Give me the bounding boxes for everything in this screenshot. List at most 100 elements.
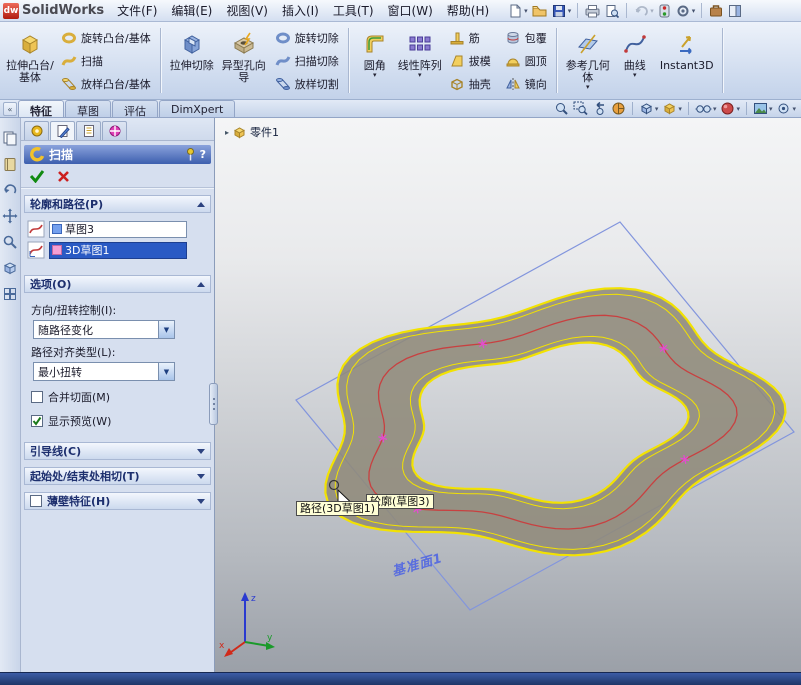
rebuild-icon[interactable] <box>656 1 673 21</box>
mirror-label: 镜向 <box>524 77 547 91</box>
start-end-tangency-header[interactable]: 起始处/结束处相切(T) <box>24 467 211 485</box>
loft-cut-button[interactable]: 放样切割 <box>270 73 344 95</box>
revolve-boss-button[interactable]: 旋转凸台/基体 <box>56 27 156 49</box>
document-stack-icon[interactable] <box>2 130 18 146</box>
toolbox-icon[interactable] <box>707 1 725 21</box>
zoom-icon[interactable] <box>2 234 18 250</box>
sweep-icon <box>61 53 77 69</box>
sweep-button[interactable]: 扫描 <box>56 50 156 72</box>
thin-feature-checkbox[interactable] <box>30 495 42 507</box>
menu-tools[interactable]: 工具(T) <box>326 0 381 22</box>
loft-boss-button[interactable]: 放样凸台/基体 <box>56 73 156 95</box>
zoom-area-icon[interactable] <box>572 101 589 116</box>
configurationmanager-tab[interactable] <box>76 121 101 140</box>
undo-icon[interactable]: ▾ <box>632 1 655 21</box>
dropdown-arrow-icon[interactable]: ▼ <box>158 321 174 338</box>
standard-views-icon[interactable] <box>2 260 18 276</box>
reference-geometry-button[interactable]: 参考几何体 ▾ <box>562 25 614 97</box>
menu-view[interactable]: 视图(V) <box>219 0 275 22</box>
pin-commandmanager-button[interactable]: « <box>3 102 17 116</box>
print-preview-icon[interactable] <box>603 1 621 21</box>
curves-dropdown-arrow[interactable]: ▾ <box>633 71 637 78</box>
mirror-button[interactable]: 镜向 <box>500 73 552 95</box>
rotate-view-icon[interactable] <box>2 182 18 198</box>
show-preview-checkbox[interactable] <box>31 415 43 427</box>
sweep-label: 扫描 <box>81 54 103 68</box>
options-header[interactable]: 选项(O) <box>24 275 211 293</box>
rib-button[interactable]: 筋 <box>444 27 496 49</box>
revolve-cut-button[interactable]: 旋转切除 <box>270 27 344 49</box>
options-gear-icon[interactable]: ▾ <box>674 1 697 21</box>
hole-wizard-button[interactable]: 异型孔向导 <box>218 25 270 97</box>
menu-file[interactable]: 文件(F) <box>110 0 164 22</box>
task-pane-icon[interactable] <box>726 1 744 21</box>
display-style-icon[interactable]: ▾ <box>661 101 683 116</box>
tab-dimxpert[interactable]: DimXpert <box>159 100 236 117</box>
pan-icon[interactable] <box>2 208 18 224</box>
wrap-button[interactable]: 包覆 <box>500 27 552 49</box>
menu-help[interactable]: 帮助(H) <box>440 0 496 22</box>
fillet-dropdown-arrow[interactable]: ▾ <box>373 71 377 78</box>
sweep-cut-button[interactable]: 扫描切除 <box>270 50 344 72</box>
menu-insert[interactable]: 插入(I) <box>275 0 326 22</box>
extrude-boss-button[interactable]: 拉伸凸台/基体 <box>4 25 56 97</box>
flyout-tree-part[interactable]: ▸ 零件1 <box>225 124 279 140</box>
linear-pattern-button[interactable]: 线性阵列 ▾ <box>396 25 444 97</box>
panel-splitter[interactable] <box>209 383 218 425</box>
extrude-cut-button[interactable]: 拉伸切除 <box>166 25 218 97</box>
save-icon[interactable]: ▾ <box>550 1 573 21</box>
new-document-icon[interactable]: ▾ <box>506 1 529 21</box>
draft-button[interactable]: 拔模 <box>444 50 496 72</box>
instant3d-button[interactable]: Instant3D <box>656 25 718 97</box>
dimxpertmanager-tab[interactable] <box>102 121 127 140</box>
apply-scene-icon[interactable]: ▾ <box>752 101 774 116</box>
graphics-viewport[interactable]: ▸ 零件1 轮廓(草图3) 路径(3D草图1) 基准面1 z x y <box>215 118 801 672</box>
fillet-button[interactable]: 圆角 ▾ <box>354 25 396 97</box>
path-alignment-dropdown[interactable]: 最小扭转 ▼ <box>33 362 175 381</box>
propertymanager-tab[interactable] <box>50 121 75 140</box>
help-icon[interactable]: ? <box>200 148 206 161</box>
revolve-cut-icon <box>275 30 291 46</box>
view-orientation-icon[interactable]: ▾ <box>638 101 660 116</box>
profile-selection-box[interactable]: 草图3 <box>49 220 187 238</box>
hide-show-items-icon[interactable]: ▾ <box>694 101 718 116</box>
curves-icon <box>622 30 648 58</box>
graphics-area[interactable] <box>215 118 801 672</box>
cancel-button[interactable] <box>57 170 70 183</box>
sweep-preview-body[interactable] <box>325 288 786 556</box>
view-settings-icon[interactable]: ▾ <box>775 101 797 116</box>
start-end-tangency-title: 起始处/结束处相切(T) <box>30 470 140 483</box>
dropdown-arrow-icon[interactable]: ▼ <box>158 363 174 380</box>
menu-edit[interactable]: 编辑(E) <box>164 0 219 22</box>
design-binder-icon[interactable] <box>2 156 18 172</box>
reference-geometry-dropdown-arrow[interactable]: ▾ <box>586 83 590 90</box>
featuremanager-tab[interactable] <box>24 121 49 140</box>
guide-curves-header[interactable]: 引导线(C) <box>24 442 211 460</box>
tab-sketch[interactable]: 草图 <box>65 100 111 118</box>
draft-icon <box>449 53 465 69</box>
menu-window[interactable]: 窗口(W) <box>381 0 440 22</box>
dome-button[interactable]: 圆顶 <box>500 50 552 72</box>
merge-tangent-checkbox[interactable] <box>31 391 43 403</box>
tab-features[interactable]: 特征 <box>18 100 64 118</box>
path-selection-box[interactable]: 3D草图1 <box>49 241 187 259</box>
ok-button[interactable] <box>29 169 45 183</box>
linear-pattern-dropdown-arrow[interactable]: ▾ <box>418 71 422 78</box>
expand-arrow-icon[interactable]: ▸ <box>225 128 229 137</box>
tab-evaluate[interactable]: 评估 <box>112 100 158 118</box>
loft-boss-label: 放样凸台/基体 <box>81 77 151 91</box>
orientation-dropdown[interactable]: 随路径变化 ▼ <box>33 320 175 339</box>
sweep-feature-icon <box>29 147 44 162</box>
section-view-icon[interactable] <box>610 101 627 116</box>
curves-button[interactable]: 曲线 ▾ <box>614 25 656 97</box>
previous-view-icon[interactable] <box>591 101 608 116</box>
edit-appearance-icon[interactable]: ▾ <box>719 101 741 116</box>
shell-button[interactable]: 抽壳 <box>444 73 496 95</box>
print-icon[interactable] <box>583 1 602 21</box>
zoom-fit-icon[interactable] <box>553 101 570 116</box>
thin-feature-header[interactable]: 薄壁特征(H) <box>24 492 211 510</box>
grid-icon[interactable] <box>2 286 18 302</box>
pin-icon[interactable] <box>186 148 195 161</box>
profile-path-header[interactable]: 轮廓和路径(P) <box>24 195 211 213</box>
open-document-icon[interactable] <box>530 1 549 21</box>
